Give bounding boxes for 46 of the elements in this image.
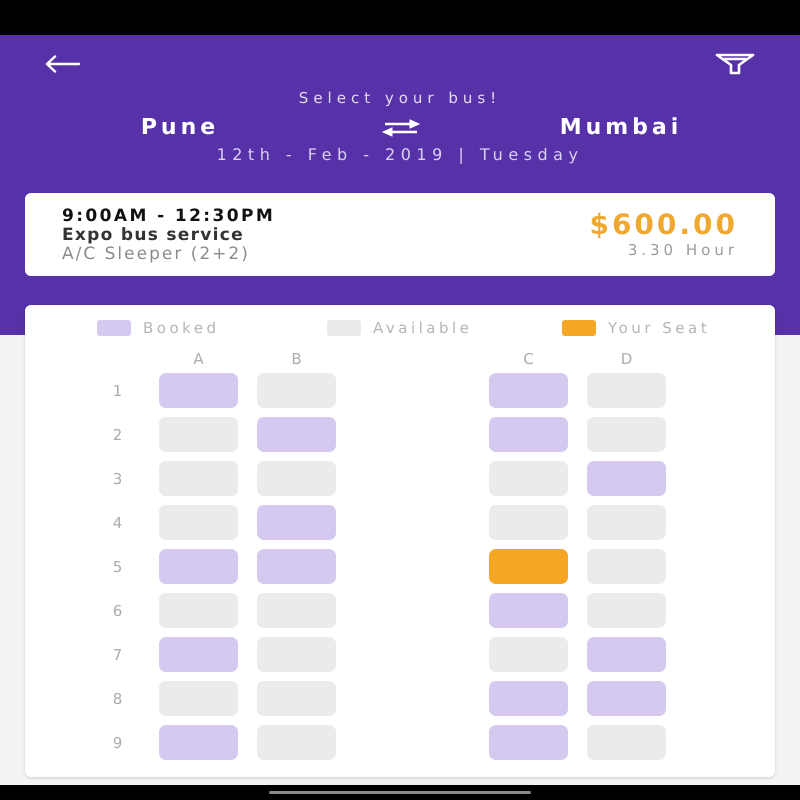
- destination-city: Mumbai: [560, 115, 682, 141]
- row-number: 5: [112, 558, 122, 576]
- departure-arrival-time: 9:00AM - 12:30PM: [62, 206, 276, 226]
- trip-duration: 3.30 Hour: [628, 240, 738, 260]
- row-number: 2: [112, 426, 122, 444]
- fare-price: $600.00: [589, 210, 738, 240]
- travel-date: 12th - Feb - 2019 | Tuesday: [216, 145, 584, 165]
- swap-arrows-icon[interactable]: [380, 119, 420, 137]
- column-letter: B: [291, 350, 302, 368]
- bus-type: A/C Sleeper (2+2): [62, 244, 250, 264]
- booked-seat[interactable]: [257, 549, 336, 584]
- legend-label: Your Seat: [608, 320, 710, 336]
- row-number: 3: [112, 470, 122, 488]
- booked-seat[interactable]: [587, 461, 666, 496]
- filter-icon[interactable]: [715, 53, 755, 75]
- row-number: 4: [112, 514, 122, 532]
- booked-seat[interactable]: [587, 681, 666, 716]
- back-arrow-icon[interactable]: [45, 55, 81, 73]
- booked-seat[interactable]: [159, 637, 238, 672]
- booked-seat[interactable]: [587, 637, 666, 672]
- booked-seat[interactable]: [489, 373, 568, 408]
- row-number: 7: [112, 646, 122, 664]
- booked-seat[interactable]: [159, 549, 238, 584]
- booked-seat[interactable]: [159, 373, 238, 408]
- booked-seat[interactable]: [257, 417, 336, 452]
- row-number: 6: [112, 602, 122, 620]
- booked-seat[interactable]: [159, 725, 238, 760]
- page-title: Select your bus!: [298, 89, 502, 107]
- origin-city: Pune: [140, 115, 220, 141]
- selected-seat[interactable]: [489, 549, 568, 584]
- row-number: 8: [112, 690, 122, 708]
- home-indicator[interactable]: [269, 791, 531, 794]
- bus-card[interactable]: 9:00AM - 12:30PM Expo bus service A/C Sleeper (2+2) $600.00 3.30 Hour: [25, 193, 775, 276]
- booked-seat[interactable]: [489, 593, 568, 628]
- booked-seat[interactable]: [489, 725, 568, 760]
- booked-seat[interactable]: [489, 681, 568, 716]
- legend-label: Available: [373, 320, 472, 336]
- row-number: 1: [112, 382, 122, 400]
- booked-seat[interactable]: [489, 417, 568, 452]
- legend-label: Booked: [143, 320, 220, 336]
- bus-operator: Expo bus service: [62, 226, 244, 244]
- column-letter: D: [620, 350, 632, 368]
- column-letter: C: [523, 350, 534, 368]
- column-letter: A: [193, 350, 204, 368]
- row-number: 9: [112, 734, 122, 752]
- booked-seat[interactable]: [257, 505, 336, 540]
